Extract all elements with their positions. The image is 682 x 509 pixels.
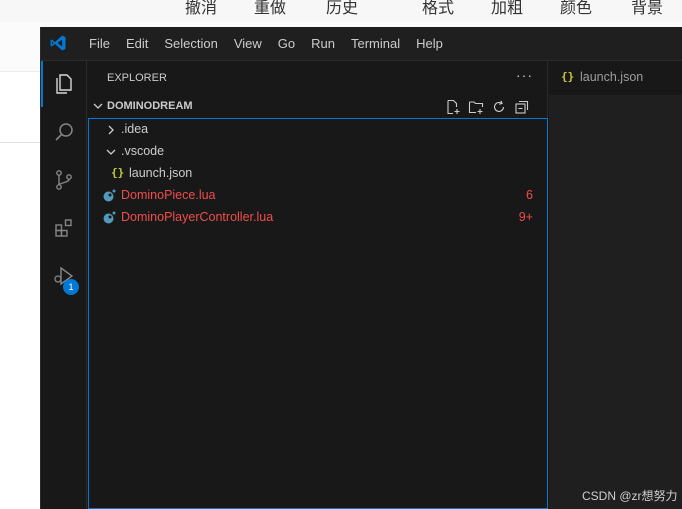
- tree-item-idea[interactable]: .idea: [89, 119, 547, 141]
- menu-run[interactable]: Run: [303, 33, 343, 55]
- explorer-header: EXPLORER ···: [88, 61, 548, 95]
- extensions-icon: [55, 219, 72, 237]
- menu-view[interactable]: View: [226, 33, 270, 55]
- problem-count-badge: 9+: [518, 210, 533, 224]
- bg-bold[interactable]: 加粗: [491, 0, 523, 18]
- tree-item-label: .vscode: [121, 144, 165, 158]
- refresh-icon: [493, 100, 505, 112]
- bg-format[interactable]: 格式: [422, 0, 454, 18]
- activity-explorer[interactable]: [41, 61, 87, 107]
- more-actions-icon[interactable]: ···: [516, 67, 533, 83]
- activity-search[interactable]: [41, 109, 87, 155]
- editor-tabstrip: {} launch.json: [549, 61, 682, 95]
- bg-history[interactable]: 历史: [326, 0, 358, 18]
- menu-terminal[interactable]: Terminal: [343, 33, 408, 55]
- activity-extensions[interactable]: [41, 205, 87, 251]
- activity-bar: 1: [41, 61, 87, 509]
- menu-go[interactable]: Go: [270, 33, 303, 55]
- refresh-button[interactable]: [490, 98, 508, 116]
- tab-launch-json[interactable]: {} launch.json: [549, 61, 682, 95]
- background-toolbar: 撤消 重做 历史 格式 加粗 颜色 背景: [0, 0, 682, 22]
- run-debug-badge: 1: [63, 279, 79, 295]
- files-icon: [56, 74, 72, 94]
- workspace-title: DOMINODREAM: [107, 100, 193, 112]
- tree-item-label: DominoPiece.lua: [121, 188, 216, 202]
- bg-undo[interactable]: 撤消: [185, 0, 217, 18]
- tree-item-vscode[interactable]: .vscode: [89, 141, 547, 163]
- background-divider: [0, 142, 40, 143]
- chevron-down-icon: [106, 149, 116, 155]
- tree-item-domino-piece[interactable]: DominoPiece.lua 6: [89, 185, 547, 207]
- tab-label: launch.json: [580, 70, 644, 84]
- bg-color[interactable]: 颜色: [560, 0, 592, 18]
- lua-file-icon: [103, 211, 116, 224]
- lua-file-icon: [103, 189, 116, 202]
- new-file-button[interactable]: [444, 98, 462, 116]
- menu-file[interactable]: File: [81, 33, 118, 55]
- menu-help[interactable]: Help: [408, 33, 451, 55]
- collapse-all-icon: [515, 100, 529, 114]
- activity-run-debug[interactable]: 1: [41, 253, 87, 299]
- watermark: CSDN @zr想努力: [582, 489, 678, 503]
- chevron-right-icon: [108, 125, 114, 135]
- json-file-icon: {}: [111, 166, 125, 179]
- new-folder-icon: [468, 101, 484, 114]
- collapse-all-button[interactable]: [513, 98, 531, 116]
- chevron-down-icon: [93, 103, 103, 109]
- menu-bar: File Edit Selection View Go Run Terminal…: [81, 27, 451, 61]
- tree-item-label: launch.json: [129, 166, 193, 180]
- tree-item-label: .idea: [121, 122, 149, 136]
- explorer-sidebar: EXPLORER ··· DOMINODREAM .idea .vscode {…: [88, 61, 548, 509]
- menu-selection[interactable]: Selection: [156, 33, 225, 55]
- tree-item-label: DominoPlayerController.lua: [121, 210, 274, 224]
- bg-background[interactable]: 背景: [631, 0, 663, 18]
- file-tree: .idea .vscode {} launch.json DominoPiece…: [88, 118, 548, 509]
- section-actions: [444, 98, 531, 116]
- titlebar: File Edit Selection View Go Run Terminal…: [41, 27, 682, 61]
- tree-item-launch-json[interactable]: {} launch.json: [89, 163, 547, 185]
- explorer-title: EXPLORER: [107, 72, 167, 84]
- search-icon: [55, 123, 73, 141]
- new-folder-button[interactable]: [467, 98, 485, 116]
- activity-source-control[interactable]: [41, 157, 87, 203]
- menu-edit[interactable]: Edit: [118, 33, 156, 55]
- workspace-section-header[interactable]: DOMINODREAM: [88, 96, 548, 118]
- editor-area: {} launch.json: [549, 61, 682, 509]
- new-file-icon: [447, 99, 460, 115]
- source-control-icon: [56, 170, 72, 190]
- vscode-logo-icon: [50, 35, 66, 51]
- problem-count-badge: 6: [526, 188, 533, 202]
- json-file-icon: {}: [561, 70, 575, 83]
- bg-redo[interactable]: 重做: [254, 0, 286, 18]
- tree-item-domino-player-controller[interactable]: DominoPlayerController.lua 9+: [89, 207, 547, 229]
- vscode-window: File Edit Selection View Go Run Terminal…: [40, 27, 682, 509]
